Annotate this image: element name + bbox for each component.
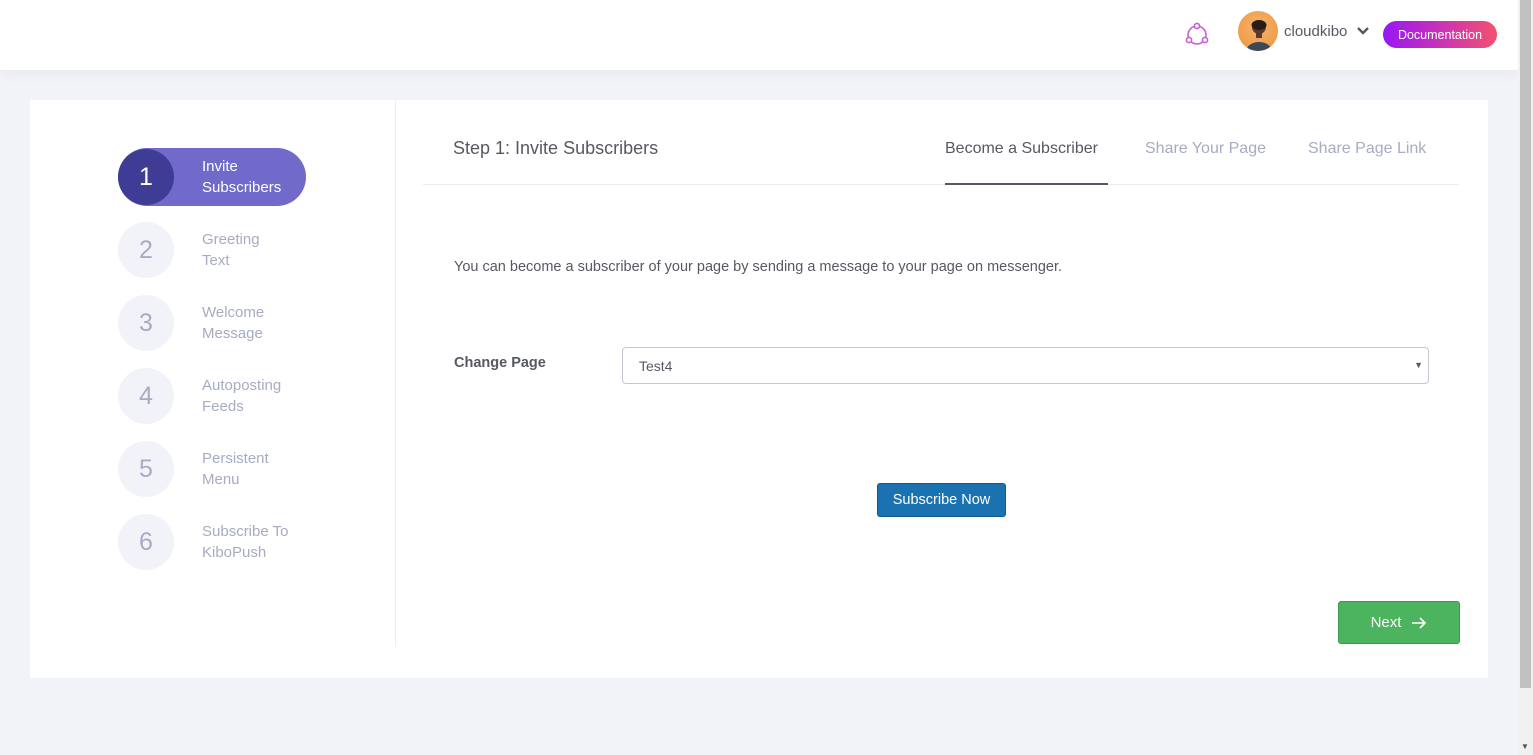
step-label: Greeting Text (202, 231, 260, 269)
step-number: 2 (118, 222, 174, 278)
page-select[interactable]: Test4 ▼ (622, 347, 1429, 384)
step-number: 3 (118, 295, 174, 351)
wizard-step-1[interactable]: 1 Invite Subscribers (118, 148, 306, 206)
wizard-card: 1 Invite Subscribers 2 Greeting Text 3 W… (30, 100, 1488, 678)
tab-share-your-page[interactable]: Share Your Page (1145, 140, 1266, 158)
chevron-down-icon[interactable] (1356, 26, 1370, 36)
tab-share-page-link[interactable]: Share Page Link (1308, 140, 1426, 158)
scroll-thumb[interactable] (1520, 0, 1531, 688)
wizard-step-5[interactable]: 5 Persistent Menu (118, 440, 306, 498)
step-number: 1 (118, 149, 174, 205)
tab-divider (423, 184, 1459, 185)
caret-down-icon: ▼ (1414, 360, 1423, 370)
step-number: 4 (118, 368, 174, 424)
username[interactable]: cloudkibo (1284, 23, 1347, 40)
step-label: Invite Subscribers (202, 158, 282, 196)
next-button[interactable]: Next (1338, 601, 1460, 644)
top-header: cloudkibo Documentation (0, 0, 1518, 70)
subscriber-description: You can become a subscriber of your page… (454, 259, 1063, 275)
wizard-divider (395, 100, 396, 647)
page-title: Step 1: Invite Subscribers (453, 138, 659, 158)
step-label: Welcome Message (202, 304, 265, 342)
avatar[interactable] (1238, 11, 1278, 51)
active-tab-indicator (945, 183, 1108, 185)
step-label: Persistent Menu (202, 450, 269, 488)
tab-become-subscriber[interactable]: Become a Subscriber (945, 140, 1098, 158)
step-label: Autoposting Feeds (202, 377, 282, 415)
documentation-button[interactable]: Documentation (1383, 21, 1497, 48)
change-page-label: Change Page (454, 355, 546, 371)
wizard-step-3[interactable]: 3 Welcome Message (118, 294, 306, 352)
next-label: Next (1370, 614, 1402, 631)
page-scrollbar[interactable]: ▲ ▼ (1518, 0, 1533, 755)
network-icon[interactable] (1184, 22, 1210, 48)
step-number: 6 (118, 514, 174, 570)
arrow-right-icon (1412, 616, 1427, 629)
wizard-step-6[interactable]: 6 Subscribe To KiboPush (118, 513, 306, 571)
scroll-down-icon[interactable]: ▼ (1521, 742, 1529, 751)
subscribe-now-button[interactable]: Subscribe Now (877, 483, 1006, 517)
user-photo-icon (1246, 20, 1272, 51)
wizard-step-2[interactable]: 2 Greeting Text (118, 221, 306, 279)
step-label: Subscribe To KiboPush (202, 523, 289, 561)
selected-page-value: Test4 (639, 357, 673, 374)
step-number: 5 (118, 441, 174, 497)
wizard-step-4[interactable]: 4 Autoposting Feeds (118, 367, 306, 425)
